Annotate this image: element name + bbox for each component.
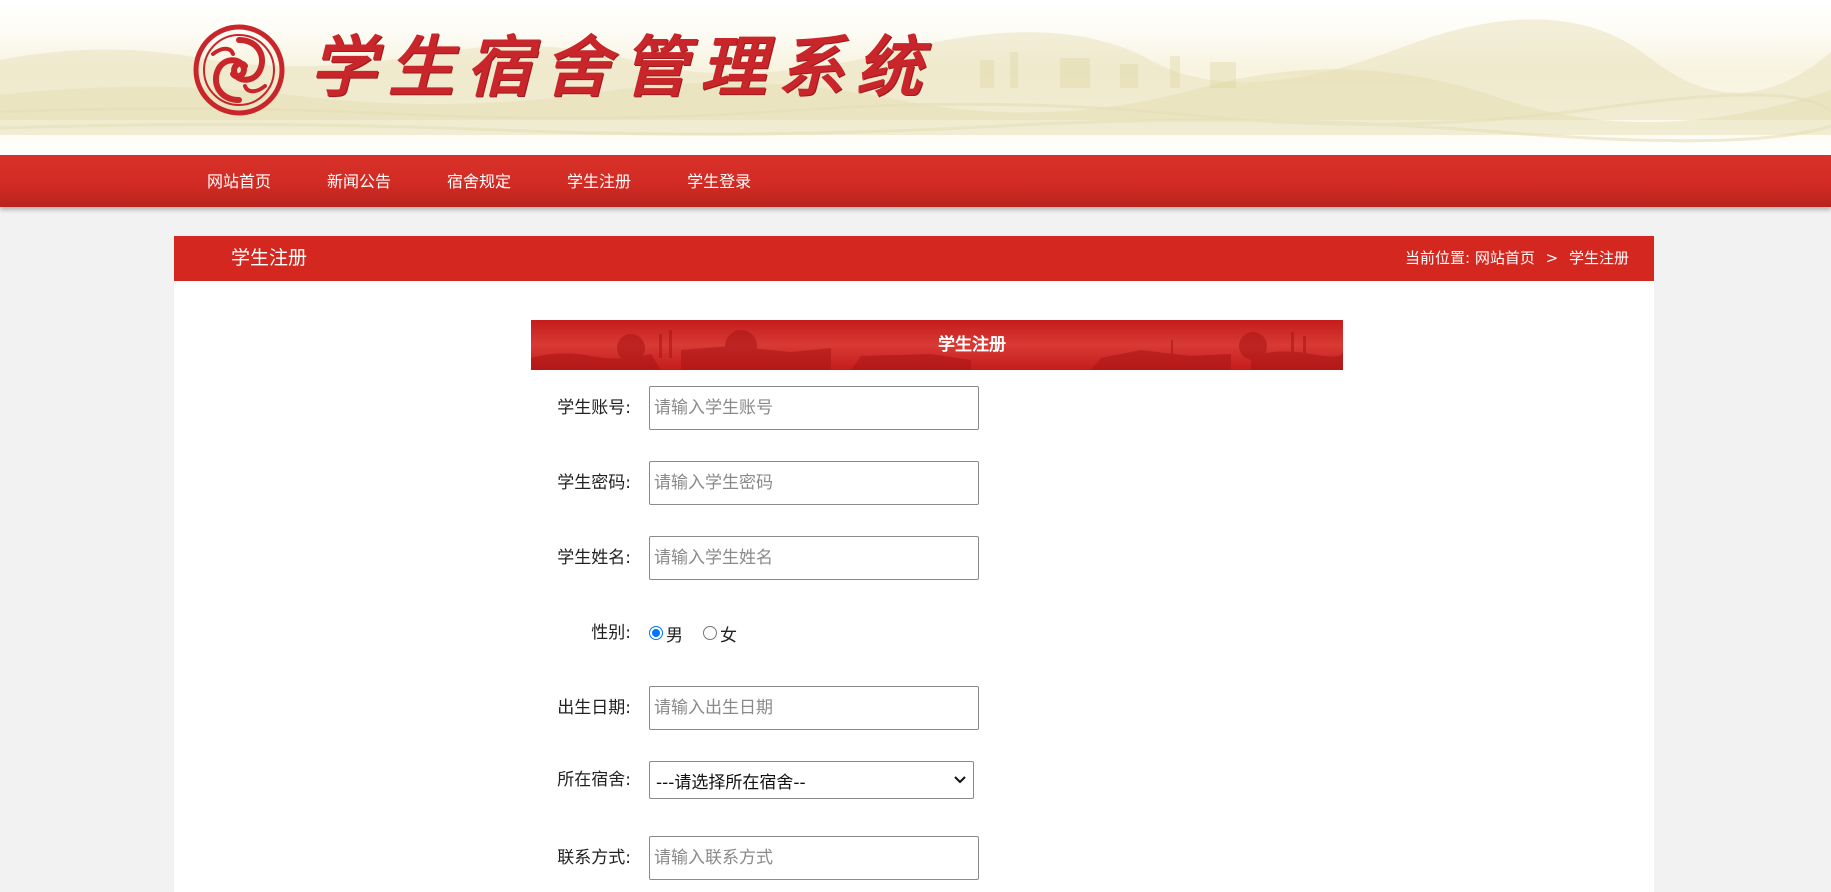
chevron-down-icon (954, 776, 966, 784)
name-input[interactable] (649, 536, 979, 580)
birthday-label: 出生日期: (557, 698, 631, 718)
account-label: 学生账号: (557, 398, 631, 418)
panel-header: 学生注册 当前位置: 网站首页 > 学生注册 (174, 236, 1654, 281)
breadcrumb-prefix: 当前位置: (1404, 249, 1471, 267)
password-input[interactable] (649, 461, 979, 505)
panel-title: 学生注册 (231, 247, 308, 269)
gender-radio-male[interactable] (649, 626, 663, 640)
field-row-contact: 联系方式: (531, 836, 1343, 880)
gender-radio-female[interactable] (703, 626, 717, 640)
gender-radio-group: 男 女 (649, 611, 757, 655)
dorm-label: 所在宿舍: (557, 770, 631, 790)
header-banner: 学生宿舍管理系统 (0, 0, 1831, 155)
field-row-dorm: 所在宿舍: ---请选择所在宿舍-- (531, 755, 1343, 799)
breadcrumb: 当前位置: 网站首页 > 学生注册 (1405, 236, 1629, 281)
gender-label: 性别: (591, 623, 631, 643)
register-form: 学生注册 学生账号: 学生密码: 学生姓名: 性别: 男 女 (531, 320, 1343, 880)
site-title: 学生宿舍管理系统 (310, 28, 934, 106)
breadcrumb-home-link[interactable]: 网站首页 (1475, 249, 1535, 267)
gender-radio-male-label: 男 (666, 625, 683, 646)
field-row-password: 学生密码: (531, 461, 1343, 505)
field-row-name: 学生姓名: (531, 536, 1343, 580)
nav-item-student-register[interactable]: 学生注册 (567, 168, 631, 192)
birthday-input[interactable] (649, 686, 979, 730)
school-logo-icon (193, 24, 285, 116)
breadcrumb-separator: > (1545, 249, 1559, 267)
field-row-account: 学生账号: (531, 386, 1343, 430)
form-title-bar: 学生注册 (531, 320, 1343, 370)
content-panel: 学生注册 当前位置: 网站首页 > 学生注册 学生注册 学生账号: 请输入学生账… (174, 236, 1654, 892)
field-row-birthday: 出生日期: (531, 686, 1343, 730)
nav-item-dorm-rules[interactable]: 宿舍规定 (447, 168, 511, 192)
contact-input[interactable] (649, 836, 979, 880)
dorm-select-value: ---请选择所在宿舍-- (656, 772, 806, 793)
dorm-select[interactable]: ---请选择所在宿舍-- (649, 761, 974, 799)
nav-item-news[interactable]: 新闻公告 (327, 168, 391, 192)
main-navbar: 网站首页 新闻公告 宿舍规定 学生注册 学生登录 (0, 155, 1831, 207)
account-input[interactable] (649, 386, 979, 430)
nav-item-student-login[interactable]: 学生登录 (687, 168, 751, 192)
name-label: 学生姓名: (557, 548, 631, 568)
nav-item-home[interactable]: 网站首页 (207, 168, 271, 192)
field-row-gender: 性别: 男 女 (531, 611, 1343, 655)
breadcrumb-current: 学生注册 (1568, 249, 1629, 267)
gender-radio-female-label: 女 (720, 625, 737, 646)
password-label: 学生密码: (557, 473, 631, 493)
nav-list: 网站首页 新闻公告 宿舍规定 学生注册 学生登录 (207, 155, 807, 205)
form-title: 学生注册 (938, 335, 1006, 355)
contact-label: 联系方式: (557, 848, 631, 868)
